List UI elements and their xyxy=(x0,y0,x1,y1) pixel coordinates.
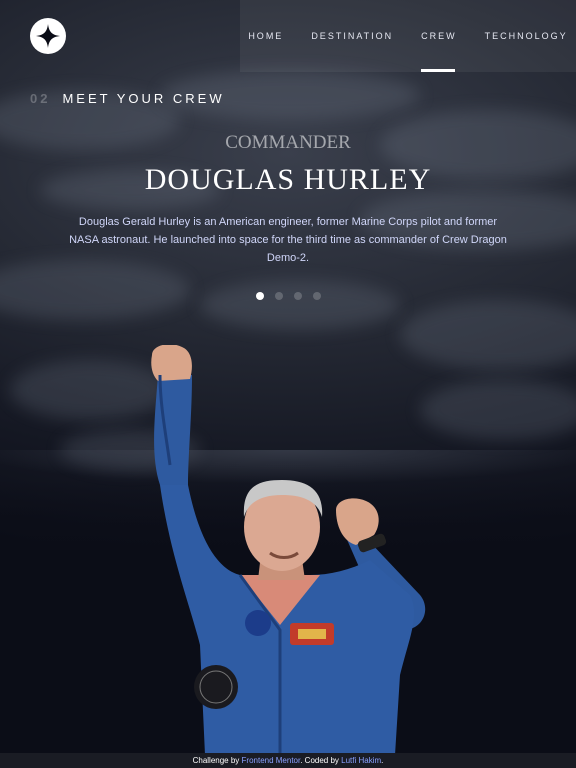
frontend-mentor-link[interactable]: Frontend Mentor xyxy=(242,756,301,765)
page-title: MEET YOUR CREW xyxy=(62,91,225,106)
footer-middle: . Coded by xyxy=(300,756,342,765)
page-number: 02 xyxy=(30,91,51,106)
crew-pagination xyxy=(0,292,576,300)
nav-technology[interactable]: TECHNOLOGY xyxy=(485,0,568,72)
page-heading: 02 MEET YOUR CREW xyxy=(30,91,225,106)
nav-crew[interactable]: CREW xyxy=(421,0,457,72)
nav-destination[interactable]: DESTINATION xyxy=(311,0,393,72)
crew-dot-4[interactable] xyxy=(312,292,321,300)
star-logo-icon[interactable] xyxy=(30,18,66,54)
author-link[interactable]: Lutfi Hakim xyxy=(341,756,381,765)
crew-dot-1[interactable] xyxy=(255,292,264,300)
crew-dot-2[interactable] xyxy=(274,292,283,300)
attribution-footer: Challenge by Frontend Mentor. Coded by L… xyxy=(0,753,576,768)
crew-role: COMMANDER xyxy=(225,132,351,153)
crew-dot-3[interactable] xyxy=(293,292,302,300)
crew-portrait xyxy=(130,344,450,755)
footer-prefix: Challenge by xyxy=(192,756,242,765)
nav-home[interactable]: HOME xyxy=(248,0,283,72)
footer-suffix: . xyxy=(381,756,384,765)
main-nav: HOME DESTINATION CREW TECHNOLOGY xyxy=(240,0,576,72)
crew-bio: Douglas Gerald Hurley is an American eng… xyxy=(69,216,507,264)
crew-name: DOUGLAS HURLEY xyxy=(144,163,432,196)
site-header: HOME DESTINATION CREW TECHNOLOGY xyxy=(0,0,576,72)
